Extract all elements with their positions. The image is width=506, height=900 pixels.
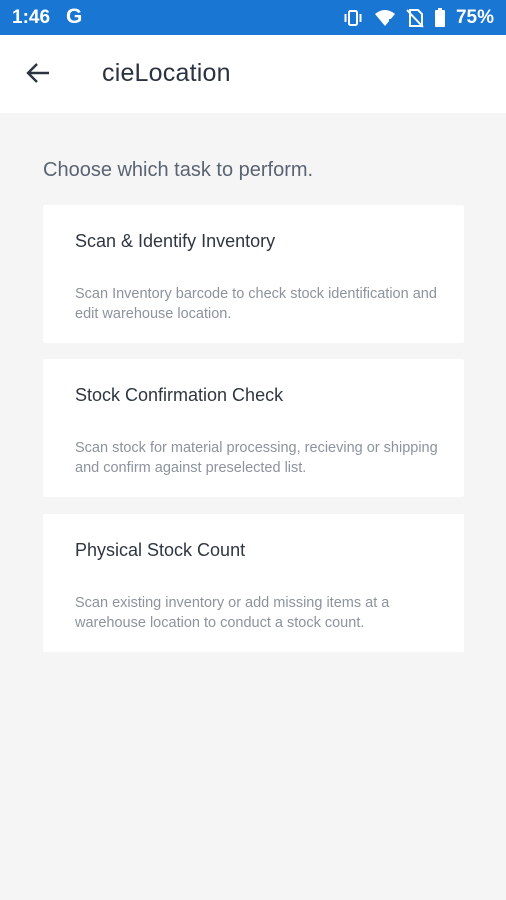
task-title: Stock Confirmation Check bbox=[75, 385, 284, 405]
arrow-left-icon bbox=[25, 60, 51, 91]
status-bar: 1:46 G 75% bbox=[0, 0, 506, 35]
task-card-stock-confirmation[interactable]: Stock Confirmation Check Scan stock for … bbox=[43, 359, 464, 497]
battery-percent: 75% bbox=[455, 7, 494, 28]
app-bar: cieLocation bbox=[0, 35, 506, 113]
google-icon: G bbox=[66, 5, 83, 28]
task-title: Scan & Identify Inventory bbox=[75, 231, 276, 251]
status-icons: 75% bbox=[342, 6, 494, 30]
task-card-physical-count[interactable]: Physical Stock Count Scan existing inven… bbox=[43, 514, 464, 652]
no-sim-icon bbox=[406, 8, 424, 28]
task-title: Physical Stock Count bbox=[75, 540, 246, 560]
page-title: cieLocation bbox=[102, 59, 231, 87]
status-time: 1:46 bbox=[12, 7, 51, 28]
task-card-scan-identify[interactable]: Scan & Identify Inventory Scan Inventory… bbox=[43, 205, 464, 343]
wifi-icon bbox=[374, 8, 396, 28]
battery-icon bbox=[434, 8, 446, 28]
task-description: Scan stock for material processing, reci… bbox=[75, 440, 438, 476]
task-prompt: Choose which task to perform. bbox=[43, 159, 314, 181]
back-button[interactable] bbox=[20, 57, 56, 93]
task-description: Scan existing inventory or add missing i… bbox=[75, 595, 390, 631]
vibrate-icon bbox=[342, 8, 364, 28]
task-description: Scan Inventory barcode to check stock id… bbox=[75, 286, 437, 322]
